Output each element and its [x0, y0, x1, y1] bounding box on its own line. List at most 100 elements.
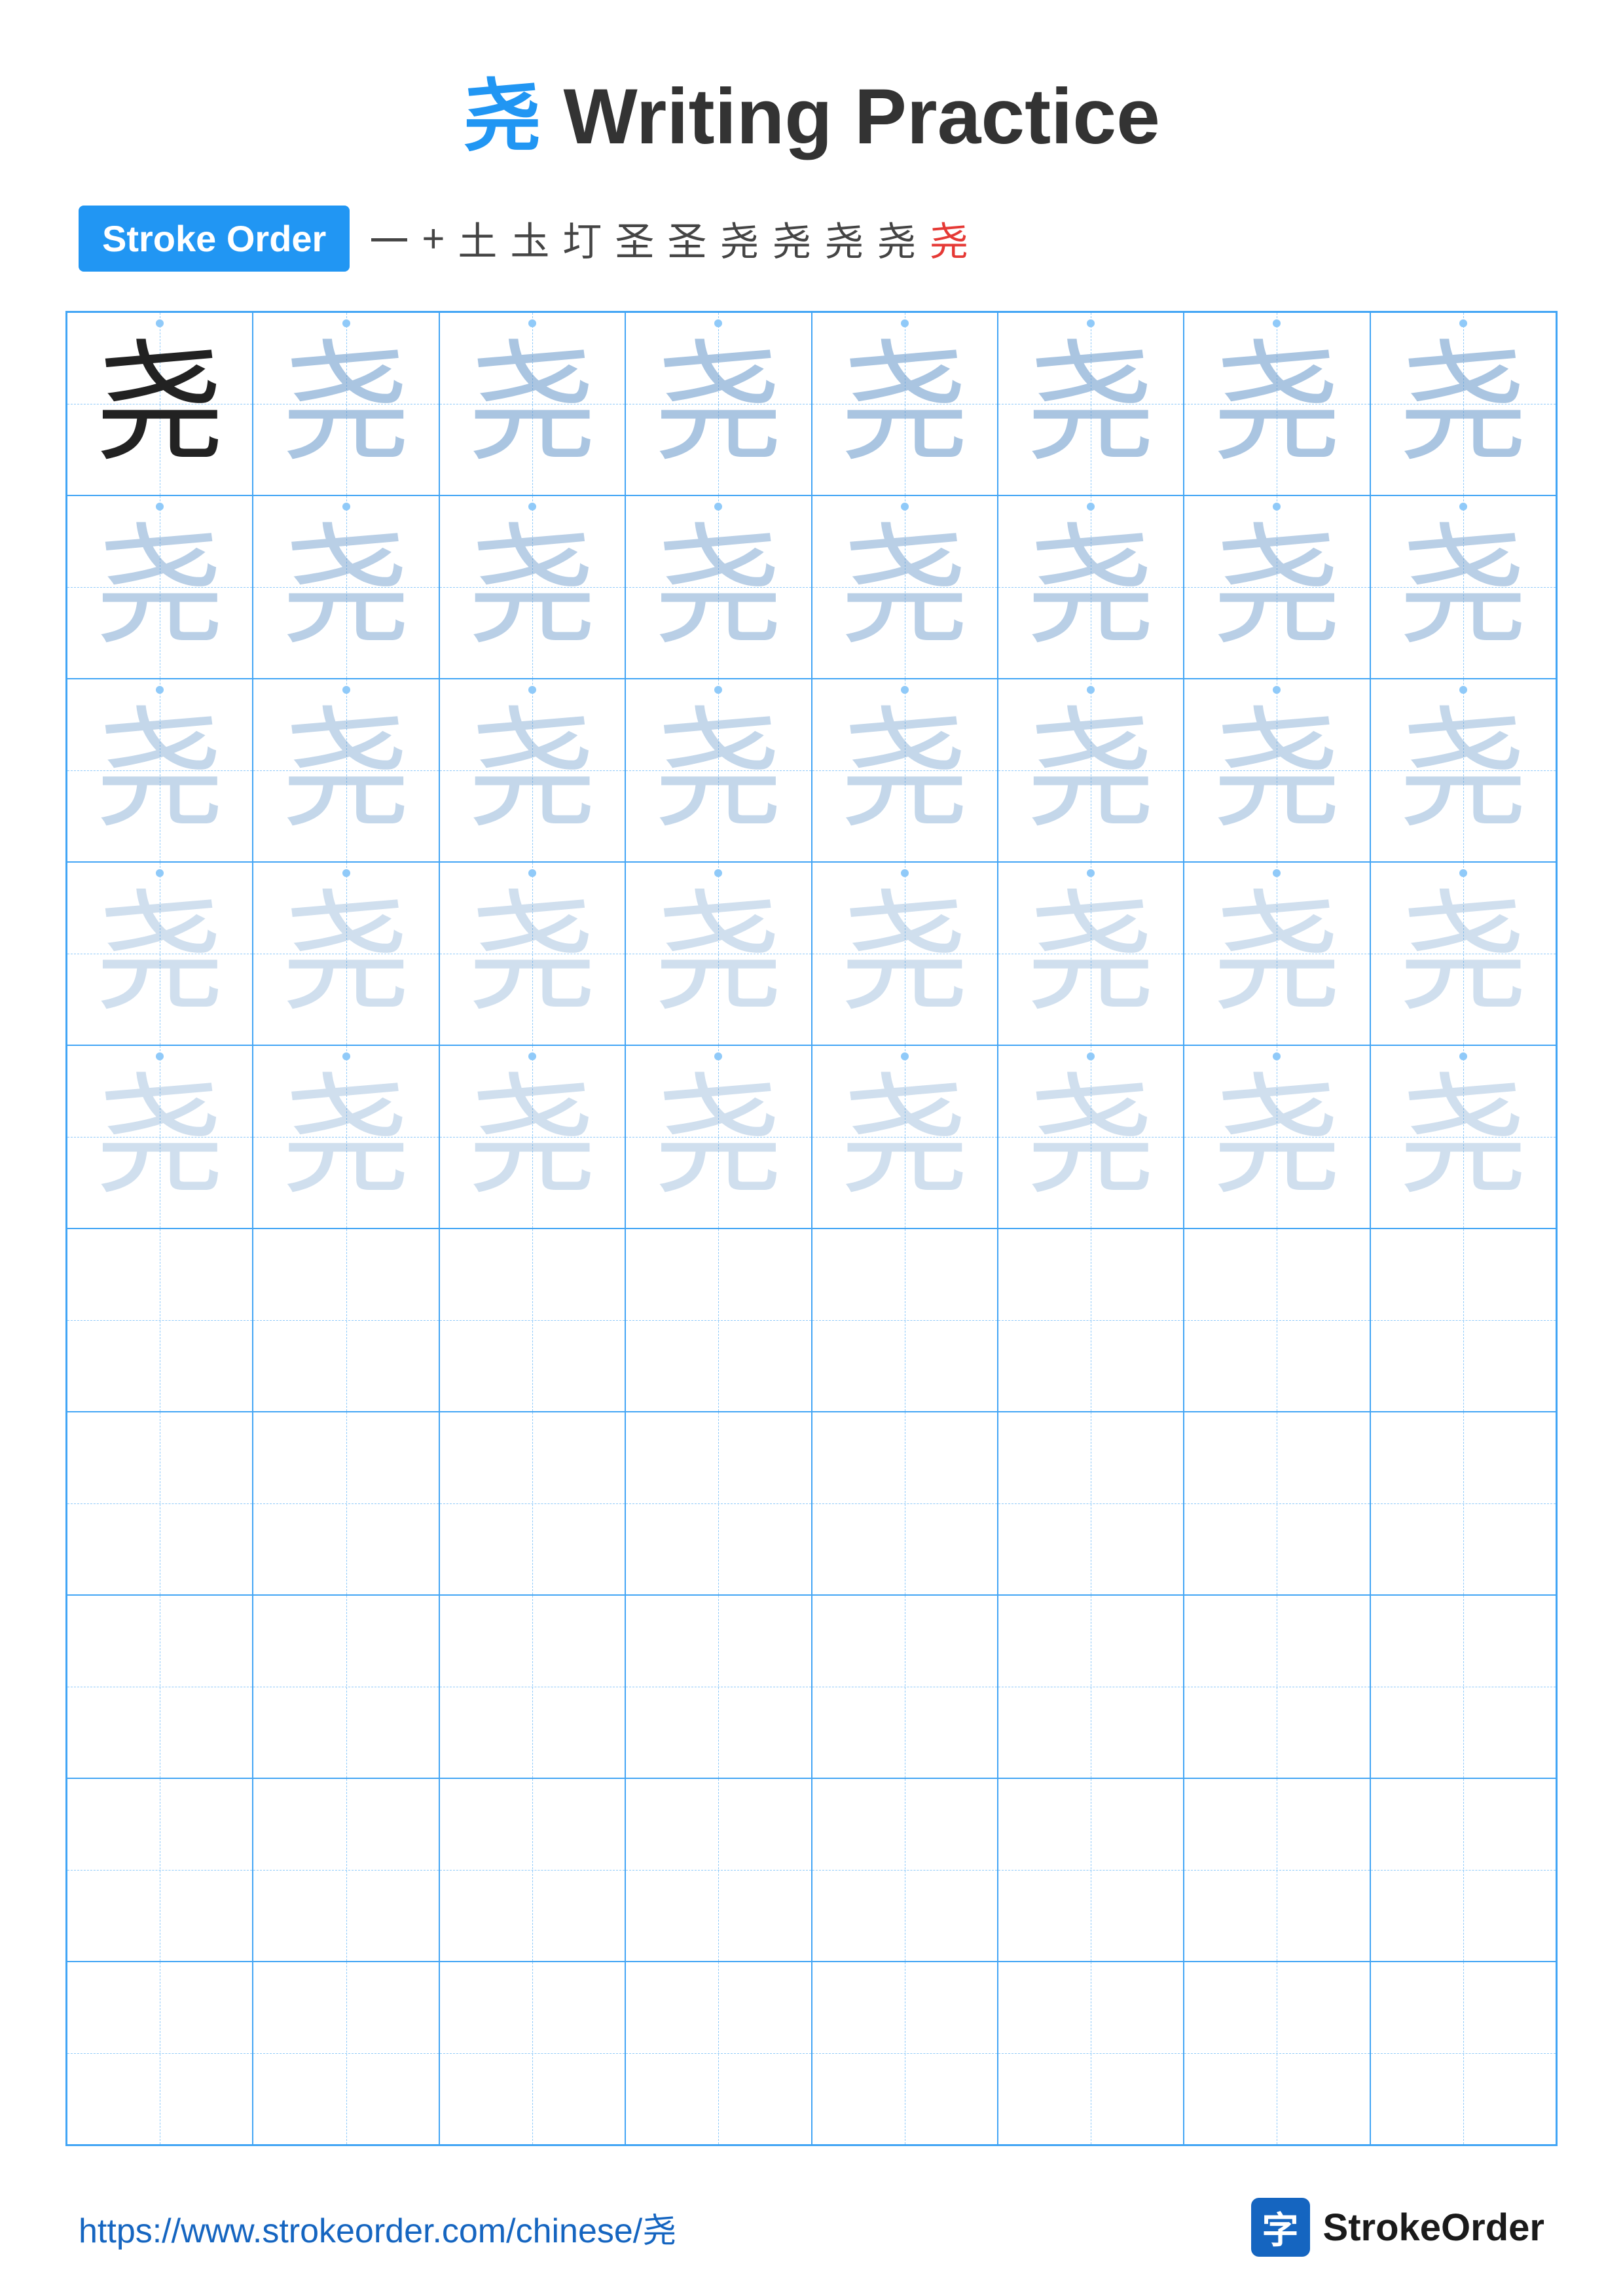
grid-cell[interactable]: 尧 [812, 495, 998, 679]
grid-cell[interactable]: 尧 [67, 495, 253, 679]
grid-cell[interactable]: 尧 [998, 862, 1184, 1045]
grid-cell[interactable] [253, 1412, 439, 1595]
grid-cell[interactable] [1370, 1412, 1556, 1595]
grid-cell[interactable]: 尧 [812, 1045, 998, 1229]
cell-character: 尧 [94, 338, 225, 469]
grid-cell[interactable]: 尧 [625, 312, 811, 495]
grid-cell[interactable] [67, 1229, 253, 1412]
grid-cell[interactable] [998, 1229, 1184, 1412]
grid-cell[interactable]: 尧 [1184, 679, 1370, 862]
grid-cell[interactable]: 尧 [625, 1045, 811, 1229]
cell-dot [528, 686, 536, 694]
grid-cell[interactable]: 尧 [67, 862, 253, 1045]
grid-cell[interactable] [1370, 1229, 1556, 1412]
grid-cell[interactable] [253, 1229, 439, 1412]
grid-cell[interactable] [67, 1778, 253, 1962]
grid-cell[interactable]: 尧 [439, 312, 625, 495]
grid-cell[interactable] [1184, 1778, 1370, 1962]
grid-cell[interactable]: 尧 [253, 679, 439, 862]
grid-cell[interactable]: 尧 [253, 1045, 439, 1229]
cell-character: 尧 [839, 705, 970, 836]
grid-cell[interactable]: 尧 [812, 862, 998, 1045]
footer-url[interactable]: https://www.strokeorder.com/chinese/尧 [79, 2203, 676, 2252]
grid-cell[interactable]: 尧 [439, 679, 625, 862]
grid-cell[interactable]: 尧 [812, 312, 998, 495]
grid-cell[interactable]: 尧 [67, 679, 253, 862]
grid-cell[interactable] [812, 1962, 998, 2145]
stroke-step-1: 一 [369, 210, 409, 267]
grid-cell[interactable] [1184, 1962, 1370, 2145]
grid-cell[interactable] [1184, 1595, 1370, 1778]
grid-cell[interactable]: 尧 [1184, 1045, 1370, 1229]
cell-dot [1459, 503, 1467, 511]
grid-cell[interactable]: 尧 [253, 495, 439, 679]
grid-cell[interactable] [67, 1962, 253, 2145]
grid-cell[interactable] [439, 1412, 625, 1595]
stroke-step-11: 尧 [877, 210, 916, 267]
grid-cell[interactable]: 尧 [1370, 1045, 1556, 1229]
grid-cell[interactable] [439, 1595, 625, 1778]
footer-logo: 字 StrokeOrder [1251, 2198, 1544, 2257]
grid-cell[interactable]: 尧 [1370, 679, 1556, 862]
grid-cell[interactable]: 尧 [998, 312, 1184, 495]
grid-cell[interactable]: 尧 [625, 679, 811, 862]
grid-cell[interactable] [998, 1412, 1184, 1595]
grid-cell[interactable] [439, 1229, 625, 1412]
grid-cell[interactable] [439, 1962, 625, 2145]
grid-cell[interactable] [998, 1595, 1184, 1778]
grid-cell[interactable] [625, 1962, 811, 2145]
grid-cell[interactable]: 尧 [1184, 862, 1370, 1045]
cell-dot [156, 1052, 164, 1060]
grid-cell[interactable]: 尧 [67, 1045, 253, 1229]
grid-cell[interactable]: 尧 [253, 862, 439, 1045]
cell-dot [528, 869, 536, 877]
grid-cell[interactable] [67, 1595, 253, 1778]
grid-cell[interactable] [67, 1412, 253, 1595]
grid-cell[interactable] [253, 1962, 439, 2145]
grid-cell[interactable]: 尧 [439, 1045, 625, 1229]
grid-cell[interactable] [998, 1778, 1184, 1962]
grid-cell[interactable] [812, 1412, 998, 1595]
grid-cell[interactable] [998, 1962, 1184, 2145]
grid-cell[interactable]: 尧 [625, 495, 811, 679]
grid-cell[interactable]: 尧 [998, 1045, 1184, 1229]
grid-cell[interactable]: 尧 [998, 495, 1184, 679]
stroke-step-7: 圣 [667, 210, 706, 267]
grid-cell[interactable] [1370, 1778, 1556, 1962]
grid-cell[interactable] [253, 1778, 439, 1962]
grid-cell[interactable]: 尧 [625, 862, 811, 1045]
grid-cell[interactable]: 尧 [439, 862, 625, 1045]
grid-cell[interactable] [253, 1595, 439, 1778]
grid-cell[interactable] [1184, 1412, 1370, 1595]
cell-character: 尧 [653, 888, 784, 1019]
grid-cell[interactable] [812, 1595, 998, 1778]
grid-cell[interactable]: 尧 [1370, 312, 1556, 495]
grid-cell[interactable] [625, 1778, 811, 1962]
cell-dot [1087, 319, 1095, 327]
grid-cell[interactable] [1370, 1962, 1556, 2145]
grid-cell[interactable]: 尧 [998, 679, 1184, 862]
grid-cell[interactable] [625, 1229, 811, 1412]
stroke-step-9: 尧 [772, 210, 811, 267]
grid-cell[interactable] [625, 1595, 811, 1778]
grid-cell[interactable] [439, 1778, 625, 1962]
grid-cell[interactable]: 尧 [812, 679, 998, 862]
cell-dot [1087, 503, 1095, 511]
cell-character: 尧 [839, 338, 970, 469]
stroke-step-5: 圢 [562, 210, 602, 267]
grid-cell[interactable]: 尧 [1370, 862, 1556, 1045]
grid-cell[interactable]: 尧 [253, 312, 439, 495]
cell-dot [714, 869, 722, 877]
grid-cell[interactable]: 尧 [1184, 495, 1370, 679]
grid-cell[interactable] [1370, 1595, 1556, 1778]
grid-cell[interactable]: 尧 [1370, 495, 1556, 679]
cell-character: 尧 [467, 522, 598, 653]
grid-cell[interactable] [625, 1412, 811, 1595]
grid-cell[interactable] [1184, 1229, 1370, 1412]
cell-dot [342, 686, 350, 694]
grid-cell[interactable]: 尧 [1184, 312, 1370, 495]
grid-cell[interactable] [812, 1229, 998, 1412]
grid-cell[interactable]: 尧 [67, 312, 253, 495]
grid-cell[interactable] [812, 1778, 998, 1962]
grid-cell[interactable]: 尧 [439, 495, 625, 679]
